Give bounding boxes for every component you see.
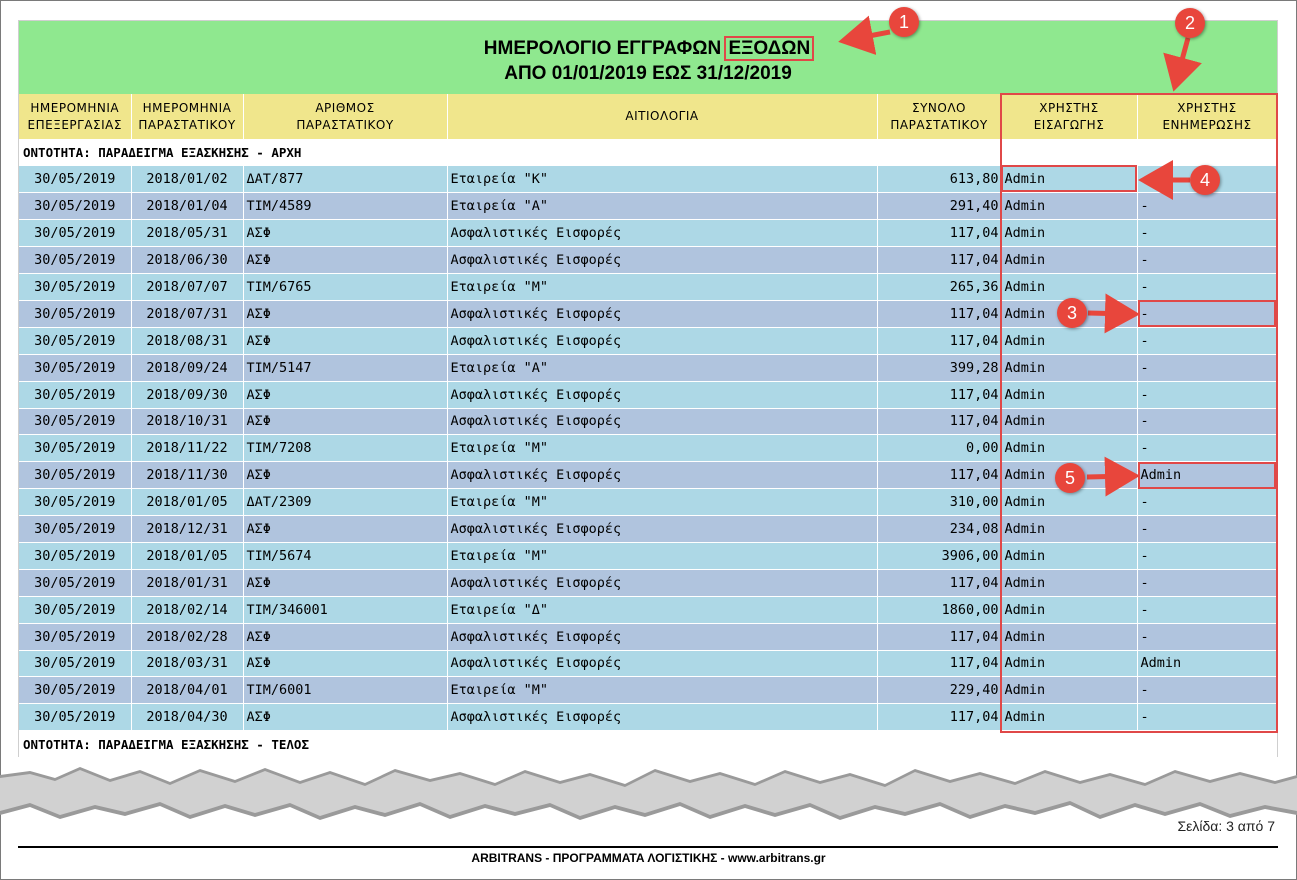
callout-badge-5: 5: [1055, 463, 1085, 493]
torn-paper-edge: [0, 767, 1297, 820]
callout-badge-3: 3: [1057, 298, 1087, 328]
callout-badge-4: 4: [1190, 165, 1220, 195]
page-number: Σελίδα: 3 από 7: [1177, 818, 1275, 834]
footer-divider: [18, 846, 1278, 848]
callout-badge-2: 2: [1175, 8, 1205, 38]
callout-badge-1: 1: [889, 7, 919, 37]
footer-text: ARBITRANS - ΠΡΟΓΡΑΜΜΑΤΑ ΛΟΓΙΣΤΙΚΗΣ - www…: [471, 851, 826, 865]
